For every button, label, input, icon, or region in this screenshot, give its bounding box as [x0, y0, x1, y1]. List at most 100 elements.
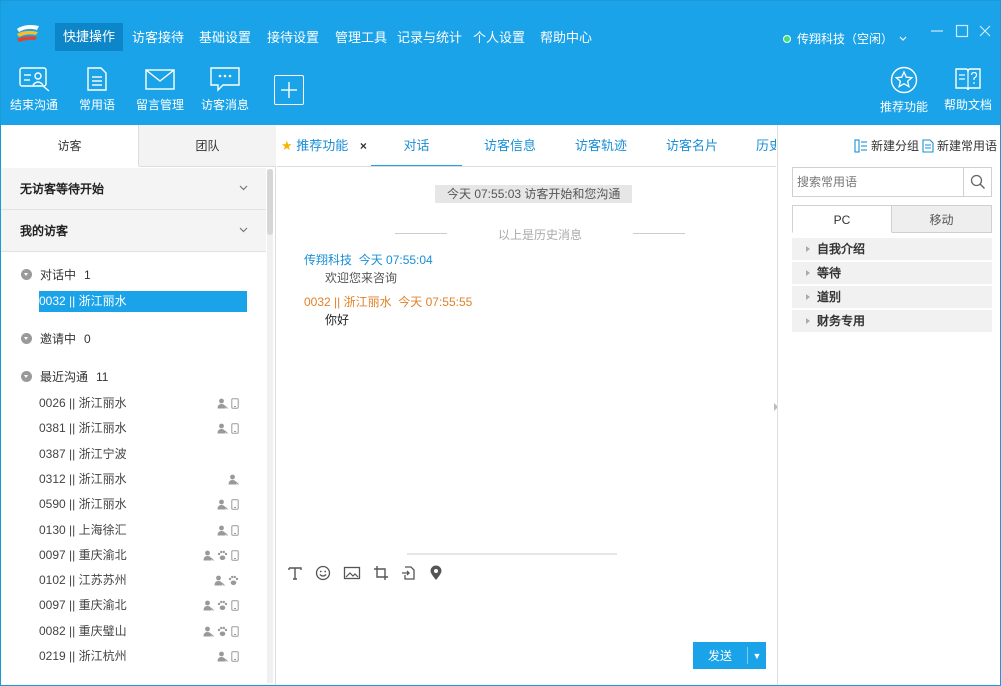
tab-conversation[interactable]: 对话 — [371, 125, 462, 166]
expand-arrow-icon — [806, 270, 810, 276]
phrases-icon — [87, 67, 107, 91]
agent-status-text: 传翔科技（空闲） — [797, 32, 894, 46]
add-shortcut-button[interactable] — [274, 75, 304, 105]
visitor-row[interactable]: 0381 || 浙江丽水 — [39, 418, 247, 439]
phrase-category-farewell[interactable]: 道别 — [792, 286, 992, 308]
phrase-search-input[interactable] — [793, 168, 963, 196]
input-toolbar — [287, 565, 443, 581]
message-sender: 0032 || 浙江丽水 — [304, 295, 392, 309]
visitor-message-icon — [210, 67, 240, 92]
visitor-label: 0590 || 浙江丽水 — [39, 497, 127, 512]
new-phrase-button[interactable]: 新建常用语 — [922, 137, 997, 154]
phrases-label: 常用语 — [78, 98, 115, 112]
file-transfer-icon[interactable] — [401, 565, 417, 581]
group-count: 1 — [84, 267, 91, 282]
category-label: 道别 — [817, 290, 842, 304]
message-header: 0032 || 浙江丽水 今天 07:55:55 — [304, 293, 472, 310]
visitor-row[interactable]: 0590 || 浙江丽水 — [39, 494, 247, 515]
tab-visitors[interactable]: 访客 — [1, 125, 139, 167]
close-tab-icon[interactable]: × — [360, 139, 367, 153]
online-status-icon — [783, 34, 791, 43]
visitor-row[interactable]: 0026 || 浙江丽水 — [39, 393, 247, 414]
menu-visitor-reception[interactable]: 访客接待 — [132, 28, 184, 48]
recommended-features-button[interactable]: 推荐功能 — [875, 66, 933, 115]
menu-quick-actions[interactable]: 快捷操作 — [55, 23, 124, 51]
tab-visitor-info[interactable]: 访客信息 — [484, 125, 536, 166]
visitor-row[interactable]: 0130 || 上海徐汇 — [39, 520, 247, 541]
group-label: 邀请中 — [40, 332, 77, 346]
message-time: 今天 07:55:04 — [358, 253, 433, 267]
menu-basic-settings[interactable]: 基础设置 — [199, 28, 251, 48]
image-icon[interactable] — [343, 565, 361, 581]
emoji-icon[interactable] — [315, 565, 331, 581]
phrase-category-finance[interactable]: 财务专用 — [792, 310, 992, 332]
visitor-row[interactable]: 0102 || 江苏苏州 — [39, 570, 247, 591]
visitor-panel-tabs: 访客 团队 — [1, 125, 276, 167]
phrases-button[interactable]: 常用语 — [68, 66, 126, 113]
mobile-icon — [231, 651, 239, 662]
visitor-row[interactable]: 0219 || 浙江杭州 — [39, 646, 247, 667]
font-icon[interactable] — [287, 565, 303, 581]
minimize-icon[interactable] — [929, 23, 945, 39]
new-group-icon — [854, 138, 867, 153]
expand-arrow-icon — [806, 294, 810, 300]
search-icon — [970, 174, 985, 189]
agent-status[interactable]: 传翔科技（空闲） — [783, 30, 907, 47]
section-no-waiting[interactable]: 无访客等待开始 — [1, 168, 266, 210]
visitor-row[interactable]: 0312 || 浙江丽水 — [39, 469, 247, 490]
visitor-row[interactable]: 0387 || 浙江宁波 — [39, 444, 247, 465]
group-in-conversation[interactable]: 对话中 1 — [21, 266, 91, 283]
user-icon — [217, 499, 228, 511]
group-recent[interactable]: 最近沟通 11 — [21, 368, 108, 385]
menu-personal-settings[interactable]: 个人设置 — [473, 28, 525, 48]
section-my-visitors-label: 我的访客 — [20, 224, 69, 238]
send-options-dropdown-icon[interactable]: ▼ — [748, 651, 766, 661]
new-group-button[interactable]: 新建分组 — [854, 137, 919, 154]
tab-history[interactable]: 历史 — [756, 125, 776, 166]
tab-team[interactable]: 团队 — [139, 125, 276, 167]
phrase-category-self-intro[interactable]: 自我介绍 — [792, 238, 992, 260]
tab-visitor-card[interactable]: 访客名片 — [666, 125, 718, 166]
visitor-label: 0381 || 浙江丽水 — [39, 421, 127, 436]
menu-records-stats[interactable]: 记录与统计 — [397, 28, 462, 48]
section-my-visitors[interactable]: 我的访客 — [1, 210, 266, 252]
tab-pc[interactable]: PC — [792, 205, 892, 233]
help-docs-button[interactable]: 帮助文档 — [939, 66, 997, 113]
location-icon[interactable] — [429, 565, 443, 581]
send-button[interactable]: 发送 ▼ — [693, 642, 766, 669]
chat-tabs: ★ 推荐功能 × 对话 访客信息 访客轨迹 访客名片 历史 — [277, 125, 776, 167]
visitor-label: 0312 || 浙江丽水 — [39, 471, 127, 486]
phrase-search — [792, 167, 992, 197]
message-management-button[interactable]: 留言管理 — [131, 66, 189, 113]
menu-reception-settings[interactable]: 接待设置 — [267, 28, 319, 48]
visitor-message-button[interactable]: 访客消息 — [196, 66, 254, 113]
user-icon — [217, 651, 228, 662]
maximize-icon[interactable] — [954, 23, 970, 39]
tab-visitor-track[interactable]: 访客轨迹 — [575, 125, 627, 166]
phrase-category-waiting[interactable]: 等待 — [792, 262, 992, 284]
tab-recommended[interactable]: ★ 推荐功能 × — [281, 125, 367, 166]
visitor-row[interactable]: 0082 || 重庆璧山 — [39, 621, 247, 642]
tab-mobile[interactable]: 移动 — [892, 205, 992, 233]
close-icon[interactable] — [977, 23, 993, 39]
visitor-label: 0387 || 浙江宁波 — [39, 446, 127, 461]
recommended-features-label: 推荐功能 — [879, 100, 928, 114]
scrollbar-thumb[interactable] — [267, 169, 273, 235]
input-divider[interactable] — [277, 553, 776, 555]
screenshot-crop-icon[interactable] — [373, 565, 389, 581]
visitor-message-label: 访客消息 — [200, 98, 249, 112]
pet-paw-icon — [228, 575, 239, 586]
menu-management-tools[interactable]: 管理工具 — [335, 28, 387, 48]
visitor-row[interactable]: 0097 || 重庆渝北 — [39, 595, 247, 616]
menu-help-center[interactable]: 帮助中心 — [540, 28, 592, 48]
visitor-row[interactable]: 0097 || 重庆渝北 — [39, 545, 247, 566]
end-chat-button[interactable]: 结束沟通 — [5, 66, 63, 113]
visitor-list-scrollbar[interactable] — [267, 169, 273, 683]
search-button[interactable] — [963, 168, 991, 196]
group-inviting[interactable]: 邀请中 0 — [21, 330, 91, 347]
mobile-icon — [231, 550, 239, 561]
visitor-row-active[interactable]: 0032 || 浙江丽水 — [39, 291, 247, 312]
mobile-icon — [231, 524, 239, 536]
end-chat-icon — [19, 67, 50, 92]
visitor-label: 0082 || 重庆璧山 — [39, 623, 127, 638]
